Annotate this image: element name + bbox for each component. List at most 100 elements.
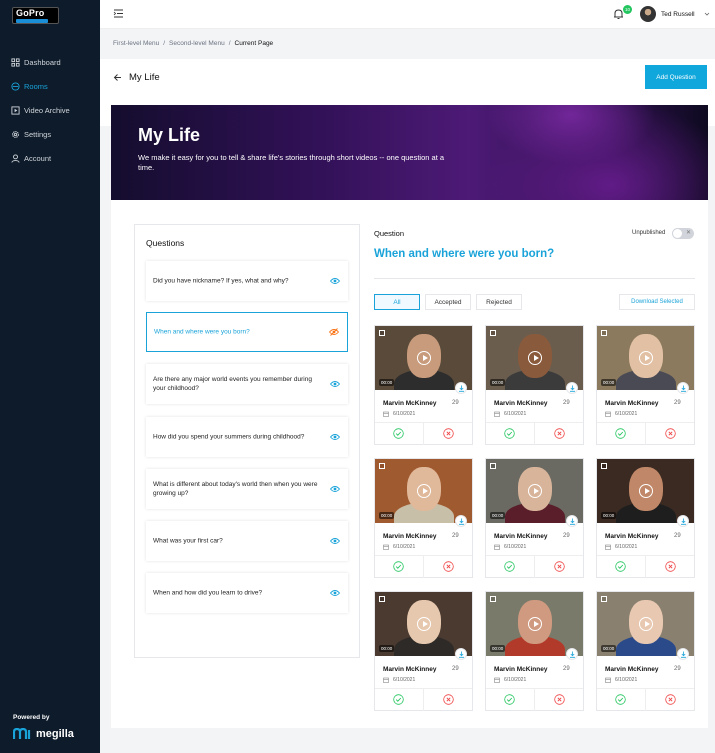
reject-x-icon[interactable]: [554, 428, 565, 439]
play-icon[interactable]: [639, 617, 653, 631]
video-thumbnail[interactable]: 00:00: [597, 326, 694, 390]
select-checkbox[interactable]: [601, 596, 607, 602]
breadcrumb-level1[interactable]: First-level Menu: [113, 40, 159, 47]
calendar-icon: [383, 411, 389, 417]
question-item[interactable]: When and how did you learn to drive?: [146, 573, 348, 613]
breadcrumb-level2[interactable]: Second-level Menu: [169, 40, 225, 47]
sidebar-item-video-archive[interactable]: Video Archive: [0, 98, 100, 122]
select-checkbox[interactable]: [601, 463, 607, 469]
filter-all[interactable]: All: [374, 294, 420, 310]
video-card[interactable]: 00:00 Marvin McKinney 29 6/10/2021: [374, 591, 473, 711]
eye-off-icon[interactable]: [329, 328, 339, 336]
reject-x-icon[interactable]: [443, 428, 454, 439]
publish-toggle[interactable]: ✕: [672, 228, 694, 239]
play-icon[interactable]: [528, 484, 542, 498]
download-button[interactable]: [677, 382, 689, 394]
download-button[interactable]: [677, 648, 689, 660]
download-button[interactable]: [566, 382, 578, 394]
video-thumbnail[interactable]: 00:00: [486, 326, 583, 390]
question-item[interactable]: Are there any major world events you rem…: [146, 364, 348, 404]
question-item[interactable]: How did you spend your summers during ch…: [146, 417, 348, 457]
download-button[interactable]: [677, 515, 689, 527]
download-button[interactable]: [566, 648, 578, 660]
select-checkbox[interactable]: [490, 330, 496, 336]
accept-check-icon[interactable]: [615, 428, 626, 439]
hero-subtitle: We make it easy for you to tell & share …: [138, 153, 445, 172]
select-checkbox[interactable]: [379, 596, 385, 602]
menu-toggle-icon[interactable]: [113, 8, 124, 19]
sidebar-item-settings[interactable]: Settings: [0, 122, 100, 146]
accept-check-icon[interactable]: [615, 561, 626, 572]
play-icon[interactable]: [417, 617, 431, 631]
video-thumbnail[interactable]: 00:00: [486, 592, 583, 656]
sidebar-item-dashboard[interactable]: Dashboard: [0, 50, 100, 74]
filter-rejected[interactable]: Rejected: [476, 294, 522, 310]
play-icon[interactable]: [417, 351, 431, 365]
megilla-logo[interactable]: megilla: [13, 728, 74, 740]
accept-check-icon[interactable]: [393, 428, 404, 439]
select-checkbox[interactable]: [601, 330, 607, 336]
add-question-button[interactable]: Add Question: [645, 65, 707, 89]
filter-accepted[interactable]: Accepted: [425, 294, 471, 310]
download-button[interactable]: [455, 382, 467, 394]
reject-x-icon[interactable]: [554, 694, 565, 705]
select-checkbox[interactable]: [490, 463, 496, 469]
video-thumbnail[interactable]: 00:00: [597, 459, 694, 523]
video-card[interactable]: 00:00 Marvin McKinney 29 6/10/2021: [596, 458, 695, 578]
sidebar-item-account[interactable]: Account: [0, 146, 100, 170]
reject-x-icon[interactable]: [665, 428, 676, 439]
eye-icon[interactable]: [330, 380, 340, 388]
video-card[interactable]: 00:00 Marvin McKinney 29 6/10/2021: [485, 325, 584, 445]
eye-icon[interactable]: [330, 485, 340, 493]
eye-icon[interactable]: [330, 537, 340, 545]
eye-icon[interactable]: [330, 433, 340, 441]
accept-check-icon[interactable]: [393, 694, 404, 705]
video-thumbnail[interactable]: 00:00: [375, 592, 472, 656]
question-item[interactable]: What was your first car?: [146, 521, 348, 561]
video-card[interactable]: 00:00 Marvin McKinney 29 6/10/2021: [485, 591, 584, 711]
reject-x-icon[interactable]: [665, 561, 676, 572]
sidebar-item-rooms[interactable]: Rooms: [0, 74, 100, 98]
question-item-active[interactable]: When and where were you born?: [146, 312, 348, 352]
video-card[interactable]: 00:00 Marvin McKinney 29 6/10/2021: [374, 325, 473, 445]
video-card[interactable]: 00:00 Marvin McKinney 29 6/10/2021: [374, 458, 473, 578]
reject-x-icon[interactable]: [665, 694, 676, 705]
video-thumbnail[interactable]: 00:00: [597, 592, 694, 656]
eye-icon[interactable]: [330, 589, 340, 597]
select-checkbox[interactable]: [379, 463, 385, 469]
play-icon[interactable]: [417, 484, 431, 498]
video-card[interactable]: 00:00 Marvin McKinney 29 6/10/2021: [485, 458, 584, 578]
reject-x-icon[interactable]: [443, 561, 454, 572]
select-checkbox[interactable]: [379, 330, 385, 336]
play-icon[interactable]: [528, 351, 542, 365]
back-arrow-icon[interactable]: [113, 73, 122, 82]
question-item[interactable]: What is different about today's world th…: [146, 469, 348, 509]
video-thumbnail[interactable]: 00:00: [486, 459, 583, 523]
reject-x-icon[interactable]: [443, 694, 454, 705]
video-card[interactable]: 00:00 Marvin McKinney 29 6/10/2021: [596, 325, 695, 445]
question-item[interactable]: Did you have nickname? If yes, what and …: [146, 261, 348, 301]
accept-check-icon[interactable]: [504, 694, 515, 705]
user-name[interactable]: Ted Russell: [661, 11, 695, 18]
play-icon[interactable]: [528, 617, 542, 631]
play-icon[interactable]: [639, 484, 653, 498]
accept-check-icon[interactable]: [393, 561, 404, 572]
accept-check-icon[interactable]: [615, 694, 626, 705]
video-card[interactable]: 00:00 Marvin McKinney 29 6/10/2021: [596, 591, 695, 711]
video-thumbnail[interactable]: 00:00: [375, 326, 472, 390]
download-button[interactable]: [455, 648, 467, 660]
video-thumbnail[interactable]: 00:00: [375, 459, 472, 523]
play-icon[interactable]: [639, 351, 653, 365]
download-selected-button[interactable]: Download Selected: [619, 294, 695, 310]
eye-icon[interactable]: [330, 277, 340, 285]
avatar[interactable]: [640, 6, 656, 22]
download-button[interactable]: [566, 515, 578, 527]
chevron-down-icon[interactable]: [704, 11, 710, 17]
gopro-logo[interactable]: GoPro: [12, 7, 59, 24]
accept-check-icon[interactable]: [504, 428, 515, 439]
accept-check-icon[interactable]: [504, 561, 515, 572]
gear-icon: [12, 130, 19, 138]
reject-x-icon[interactable]: [554, 561, 565, 572]
download-button[interactable]: [455, 515, 467, 527]
select-checkbox[interactable]: [490, 596, 496, 602]
